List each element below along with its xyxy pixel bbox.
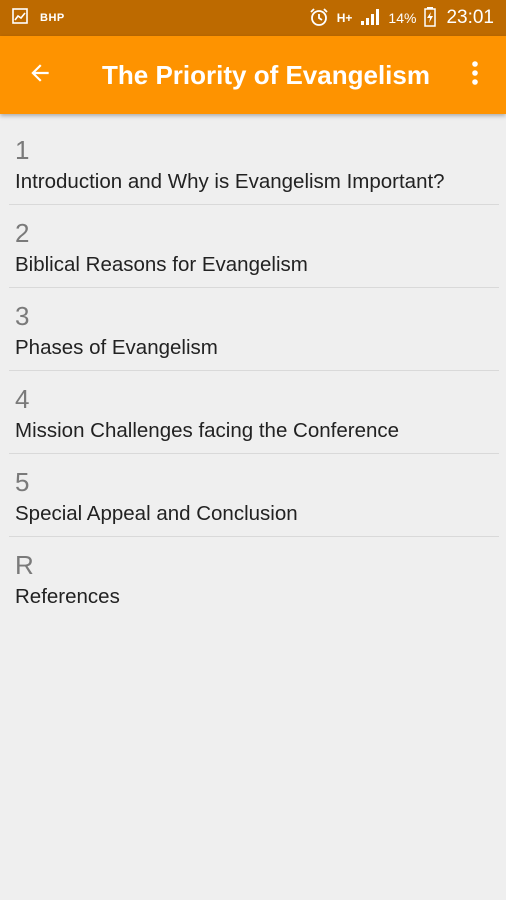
chapter-title: Biblical Reasons for Evangelism — [15, 253, 308, 276]
app-bar: The Priority of Evangelism — [0, 36, 506, 114]
chapter-number: 4 — [15, 384, 30, 414]
battery-charging-icon — [424, 6, 437, 30]
list-item-references[interactable]: R References — [9, 537, 499, 620]
battery-percent: 14% — [388, 10, 417, 26]
overflow-menu-button[interactable] — [444, 36, 506, 114]
status-bar-right: H+ 14% 23:01 — [309, 6, 494, 30]
list-item-chapter-2[interactable]: 2 Biblical Reasons for Evangelism — [9, 205, 499, 288]
clock: 23:01 — [446, 7, 494, 28]
page-title: The Priority of Evangelism — [102, 59, 430, 90]
signal-icon — [360, 8, 380, 29]
list-item-chapter-5[interactable]: 5 Special Appeal and Conclusion — [9, 454, 499, 537]
carrier-label: BHP — [40, 12, 65, 24]
back-button[interactable] — [0, 36, 80, 114]
chapter-title: Mission Challenges facing the Conference — [15, 419, 400, 442]
chapter-number: 2 — [15, 218, 30, 248]
chapter-title: Introduction and Why is Evangelism Impor… — [15, 170, 445, 193]
chapter-number: 3 — [15, 301, 30, 331]
chapter-list: 1 Introduction and Why is Evangelism Imp… — [9, 122, 499, 620]
chapter-number: 1 — [15, 135, 30, 165]
status-bar-left: BHP — [12, 7, 65, 29]
network-type-label: H+ — [336, 11, 353, 25]
image-icon — [12, 7, 28, 29]
alarm-icon — [309, 7, 329, 30]
chapter-title: Special Appeal and Conclusion — [15, 502, 298, 525]
list-item-chapter-3[interactable]: 3 Phases of Evangelism — [9, 288, 499, 371]
more-vert-icon — [471, 60, 479, 91]
chapter-number: 5 — [15, 467, 30, 497]
chapter-title: References — [15, 585, 120, 608]
list-item-chapter-1[interactable]: 1 Introduction and Why is Evangelism Imp… — [9, 122, 499, 205]
chapter-title: Phases of Evangelism — [15, 336, 218, 359]
status-bar: BHP H+ 14% 23:01 — [0, 0, 506, 36]
arrow-back-icon — [27, 60, 53, 91]
chapter-number: R — [15, 550, 34, 580]
list-item-chapter-4[interactable]: 4 Mission Challenges facing the Conferen… — [9, 371, 499, 454]
